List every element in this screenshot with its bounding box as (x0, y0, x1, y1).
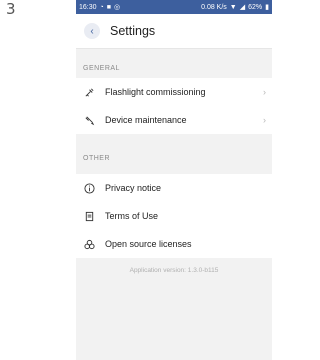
page-title: Settings (110, 24, 156, 38)
device-maintenance-item[interactable]: Device maintenance › (76, 106, 272, 134)
licenses-icon (83, 238, 95, 250)
chevron-left-icon: ‹ (90, 25, 94, 37)
app-version: Application version: 1.3.0-b115 (129, 267, 219, 274)
app-bar: ‹ Settings (76, 14, 272, 49)
document-icon (83, 210, 95, 222)
notification-icon: ◔ (99, 3, 104, 11)
status-time: 16:30 (79, 3, 97, 11)
info-icon (83, 182, 95, 194)
list-item-label: Terms of Use (105, 211, 159, 221)
list-item-label: Privacy notice (105, 183, 162, 193)
back-button[interactable]: ‹ (84, 23, 100, 39)
list-item-label: Flashlight commissioning (105, 87, 206, 97)
chevron-right-icon: › (263, 87, 266, 97)
other-list: Privacy notice Terms of Use Open source … (76, 174, 272, 258)
status-bar: 16:30 ◔ ■ ◎ 0.08 K/s ▼ ◢ 62% ▮ (76, 0, 272, 14)
message-icon: ■ (106, 3, 111, 11)
network-speed: 0.08 K/s (201, 3, 227, 11)
signal-icon: ◎ (114, 4, 121, 11)
flashlight-commissioning-item[interactable]: Flashlight commissioning › (76, 78, 272, 106)
chevron-right-icon: › (263, 115, 266, 125)
terms-of-use-item[interactable]: Terms of Use (76, 202, 272, 230)
general-list: Flashlight commissioning › Device mainte… (76, 78, 272, 134)
list-item-label: Device maintenance (105, 115, 187, 125)
phone-screen: 16:30 ◔ ■ ◎ 0.08 K/s ▼ ◢ 62% ▮ ‹ Setting… (76, 0, 272, 360)
section-header-other: OTHER (83, 155, 110, 162)
wifi-icon: ▼ (229, 3, 237, 11)
battery-level: 62% (248, 3, 263, 11)
flashlight-icon (83, 86, 95, 98)
cell-signal-icon: ◢ (239, 4, 246, 11)
privacy-notice-item[interactable]: Privacy notice (76, 174, 272, 202)
section-header-general: GENERAL (83, 65, 120, 72)
step-number: 3 (6, 0, 16, 18)
wrench-icon (83, 114, 95, 126)
battery-icon: ▮ (265, 4, 269, 11)
list-item-label: Open source licenses (105, 239, 192, 249)
open-source-licenses-item[interactable]: Open source licenses (76, 230, 272, 258)
